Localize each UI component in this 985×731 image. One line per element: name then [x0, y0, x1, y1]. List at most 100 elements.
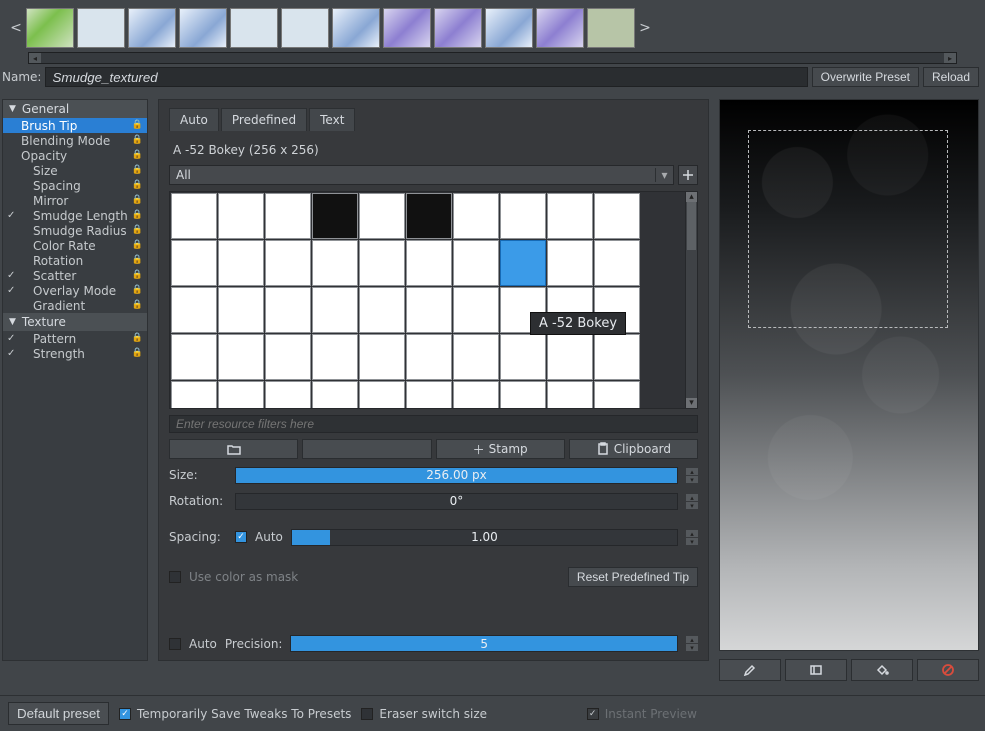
prop-rotation[interactable]: Rotation🔒: [3, 253, 147, 268]
brush-tip-cell[interactable]: [171, 287, 217, 333]
preset-prev[interactable]: <: [8, 20, 24, 36]
preset-thumb[interactable]: [77, 8, 125, 48]
preset-thumb[interactable]: [383, 8, 431, 48]
brush-tip-cell[interactable]: [312, 334, 358, 380]
brush-tip-cell[interactable]: [500, 381, 546, 408]
brush-tip-cell[interactable]: [265, 287, 311, 333]
brush-tip-cell[interactable]: [312, 287, 358, 333]
prop-scatter[interactable]: ✓Scatter🔒: [3, 268, 147, 283]
brush-tip-cell[interactable]: [171, 240, 217, 286]
preset-thumb[interactable]: [332, 8, 380, 48]
brush-tip-cell[interactable]: [218, 381, 264, 408]
size-slider[interactable]: 256.00 px: [235, 467, 678, 484]
overwrite-preset-button[interactable]: Overwrite Preset: [812, 67, 919, 87]
brush-tip-cell[interactable]: [359, 193, 405, 239]
preset-thumb[interactable]: [281, 8, 329, 48]
brush-tip-cell-selected[interactable]: [500, 240, 546, 286]
prop-smudge-length[interactable]: ✓Smudge Length🔒: [3, 208, 147, 223]
add-tag-button[interactable]: [678, 165, 698, 185]
brush-tip-cell[interactable]: [171, 381, 217, 408]
brush-tip-cell[interactable]: [265, 240, 311, 286]
brush-tip-cell[interactable]: [265, 381, 311, 408]
spacing-spinner[interactable]: ▴▾: [686, 530, 698, 545]
brush-tip-cell[interactable]: [406, 240, 452, 286]
resource-filter-input[interactable]: [169, 415, 698, 433]
prop-spacing[interactable]: Spacing🔒: [3, 178, 147, 193]
preview-fill-button[interactable]: [851, 659, 913, 681]
eraser-switch-checkbox[interactable]: [361, 708, 373, 720]
scroll-down-icon[interactable]: ▾: [686, 398, 697, 408]
delete-tip-button[interactable]: [302, 439, 431, 459]
brush-tip-cell[interactable]: [218, 287, 264, 333]
prop-blending-mode[interactable]: Blending Mode🔒: [3, 133, 147, 148]
prop-overlay-mode[interactable]: ✓Overlay Mode🔒: [3, 283, 147, 298]
brush-tip-cell[interactable]: [547, 240, 593, 286]
brush-tip-cell[interactable]: [453, 193, 499, 239]
tab-auto[interactable]: Auto: [169, 108, 219, 131]
scroll-thumb[interactable]: [687, 202, 696, 250]
preset-thumb[interactable]: [230, 8, 278, 48]
stamp-button[interactable]: ＋ Stamp: [436, 439, 565, 459]
brush-tip-cell[interactable]: [359, 287, 405, 333]
brush-tip-cell[interactable]: [406, 381, 452, 408]
brush-tip-cell[interactable]: [312, 193, 358, 239]
brush-tip-cell[interactable]: [218, 193, 264, 239]
brush-tip-cell[interactable]: [406, 334, 452, 380]
brush-tip-cell[interactable]: [406, 287, 452, 333]
brush-tip-cell[interactable]: [359, 240, 405, 286]
preset-thumb[interactable]: [128, 8, 176, 48]
precision-auto-checkbox[interactable]: [169, 638, 181, 650]
preset-thumb[interactable]: [26, 8, 74, 48]
preset-name-input[interactable]: [45, 67, 807, 87]
brush-tip-cell[interactable]: [312, 381, 358, 408]
prop-strength[interactable]: ✓Strength🔒: [3, 346, 147, 361]
precision-slider[interactable]: 5: [290, 635, 678, 652]
brush-tip-cell[interactable]: [547, 334, 593, 380]
size-spinner[interactable]: ▴▾: [686, 468, 698, 483]
tip-grid-scrollbar[interactable]: ▴ ▾: [685, 192, 697, 408]
preset-next[interactable]: >: [637, 20, 653, 36]
brush-tip-cell[interactable]: [500, 334, 546, 380]
brush-tip-cell[interactable]: [453, 334, 499, 380]
prop-size[interactable]: Size🔒: [3, 163, 147, 178]
preset-thumb[interactable]: [587, 8, 635, 48]
scroll-up-icon[interactable]: ▴: [686, 192, 697, 202]
brush-tip-cell[interactable]: [218, 334, 264, 380]
brush-tip-cell[interactable]: [312, 240, 358, 286]
preset-thumb[interactable]: [536, 8, 584, 48]
brush-tip-cell[interactable]: [453, 381, 499, 408]
tab-text[interactable]: Text: [309, 108, 355, 131]
resource-tag-combo[interactable]: All ▾: [169, 165, 674, 185]
brush-tip-cell[interactable]: [359, 381, 405, 408]
preview-gradient-button[interactable]: [785, 659, 847, 681]
brush-tip-cell[interactable]: [171, 193, 217, 239]
rotation-slider[interactable]: 0°: [235, 493, 678, 510]
brush-tip-cell[interactable]: [406, 193, 452, 239]
prop-color-rate[interactable]: Color Rate🔒: [3, 238, 147, 253]
brush-tip-cell[interactable]: [265, 193, 311, 239]
brush-tip-cell[interactable]: [500, 193, 546, 239]
preset-thumb[interactable]: [179, 8, 227, 48]
prop-smudge-radius[interactable]: Smudge Radius🔒: [3, 223, 147, 238]
brush-tip-cell[interactable]: [594, 381, 640, 408]
brush-tip-cell[interactable]: [218, 240, 264, 286]
brush-tip-cell[interactable]: [265, 334, 311, 380]
precision-spinner[interactable]: ▴▾: [686, 636, 698, 651]
default-preset-button[interactable]: Default preset: [8, 702, 109, 725]
instant-preview-checkbox[interactable]: ✓: [587, 708, 599, 720]
prop-opacity[interactable]: Opacity🔒: [3, 148, 147, 163]
spacing-auto-checkbox[interactable]: ✓: [235, 531, 247, 543]
rotation-spinner[interactable]: ▴▾: [686, 494, 698, 509]
preview-disable-button[interactable]: [917, 659, 979, 681]
reset-predefined-button[interactable]: Reset Predefined Tip: [568, 567, 698, 587]
preset-scrollbar[interactable]: ◂ ▸: [28, 52, 957, 64]
scroll-left-icon[interactable]: ◂: [29, 53, 41, 63]
brush-tip-cell[interactable]: [453, 240, 499, 286]
brush-tip-cell[interactable]: [594, 193, 640, 239]
prop-gradient[interactable]: Gradient🔒: [3, 298, 147, 313]
preview-brush-button[interactable]: [719, 659, 781, 681]
reload-button[interactable]: Reload: [923, 67, 979, 87]
prop-pattern[interactable]: ✓Pattern🔒: [3, 331, 147, 346]
scroll-right-icon[interactable]: ▸: [944, 53, 956, 63]
category-texture[interactable]: ▼ Texture: [3, 313, 147, 331]
